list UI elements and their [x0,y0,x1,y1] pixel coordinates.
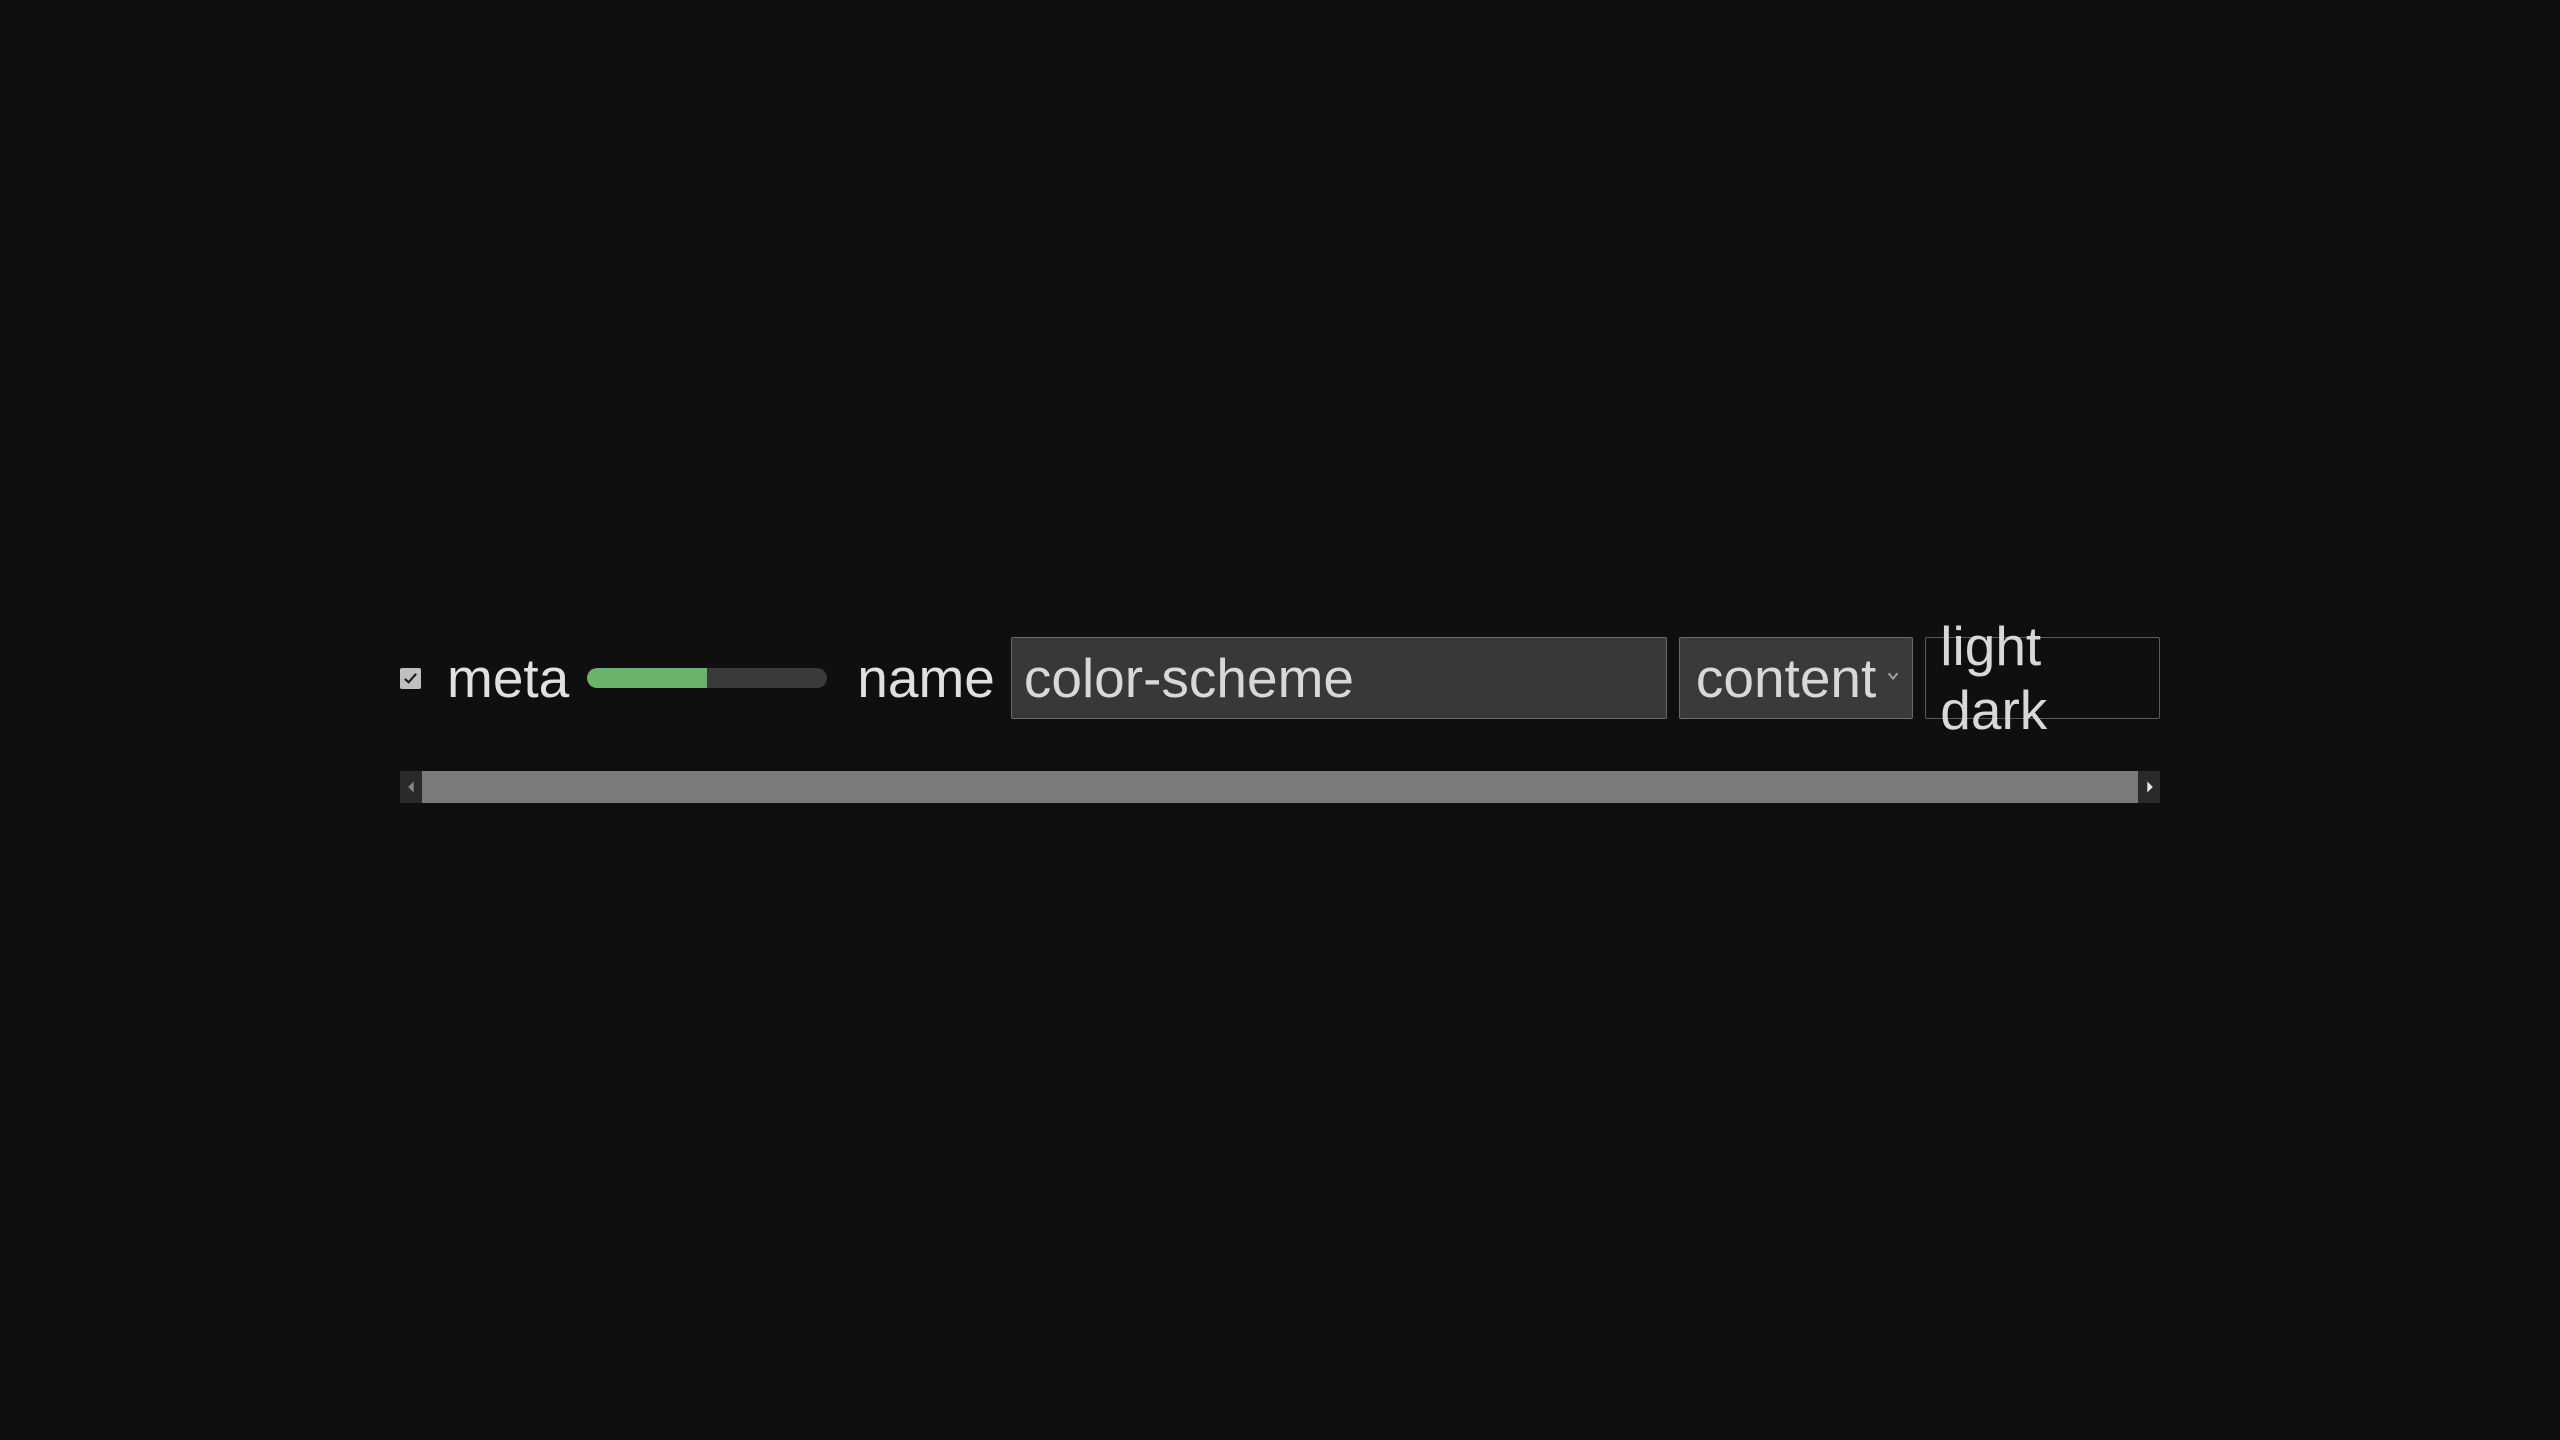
meta-label: meta [447,646,569,710]
scroll-left-button[interactable] [400,771,422,803]
content-select[interactable]: content [1679,637,1913,719]
meta-enabled-checkbox[interactable] [400,668,421,689]
editor-container: meta name content light dark [400,637,2160,803]
meta-progress-fill [587,668,707,688]
scroll-right-button[interactable] [2138,771,2160,803]
check-icon [403,671,418,686]
triangle-left-icon [406,780,417,794]
scrollbar-thumb[interactable] [422,771,2138,803]
value-display[interactable]: light dark [1925,637,2160,719]
chevron-down-icon [1884,667,1902,690]
content-select-value: content [1696,646,1876,710]
meta-progress[interactable] [587,668,827,688]
triangle-right-icon [2144,780,2155,794]
value-display-text: light dark [1940,614,2145,742]
horizontal-scrollbar[interactable] [400,771,2160,803]
meta-form-row: meta name content light dark [400,637,2160,719]
name-label: name [857,646,995,710]
name-input[interactable] [1011,637,1667,719]
